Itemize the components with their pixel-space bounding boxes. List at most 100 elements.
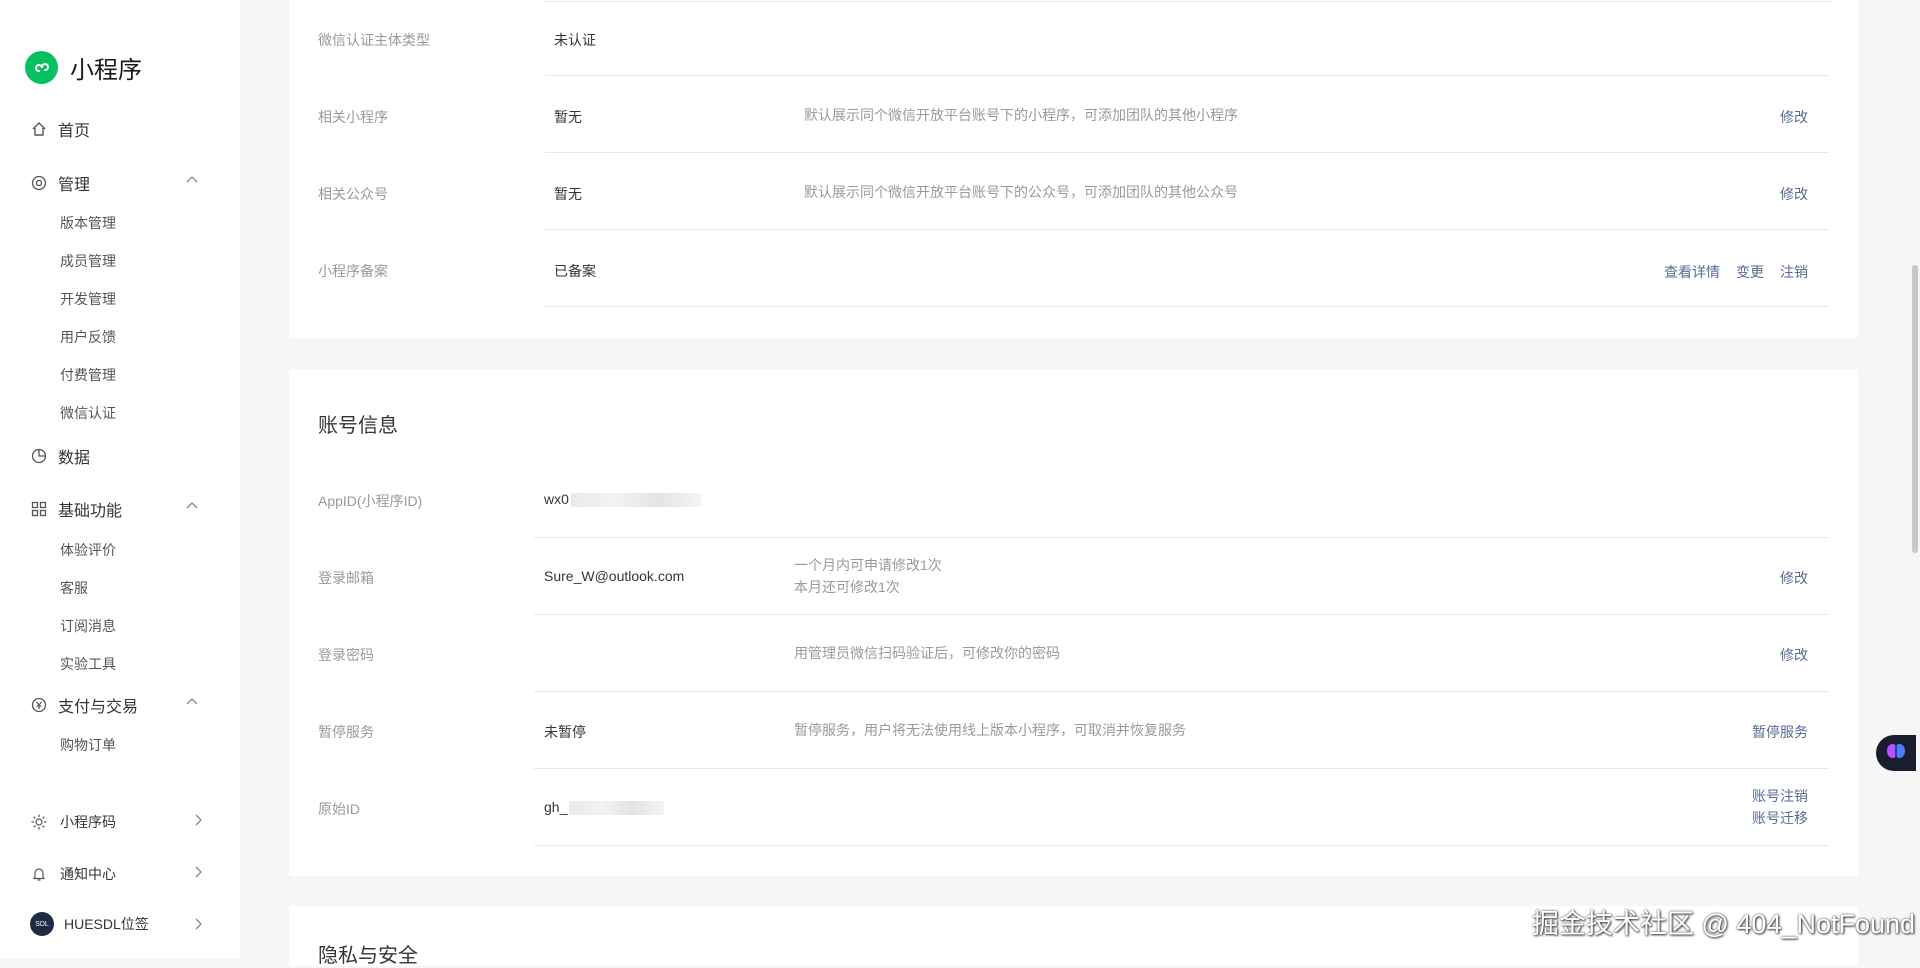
nav-home[interactable]: 首页 [30,117,90,141]
chevron-up-icon[interactable] [185,695,199,714]
floating-assistant-button[interactable] [1876,735,1916,771]
row-verify-type: 微信认证主体类型 未认证 [289,0,1858,76]
brain-icon [1885,741,1907,766]
view-details-link[interactable]: 查看详情 [1664,262,1720,282]
divider [545,306,1828,307]
row-label: 微信认证主体类型 [318,32,430,48]
row-pause-service: 暂停服务 未暂停 暂停服务，用户将无法使用线上版本小程序，可取消并恢复服务 暂停… [289,692,1858,769]
row-related-miniprogram: 相关小程序 暂无 默认展示同个微信开放平台账号下的小程序，可添加团队的其他小程序… [289,77,1858,153]
nav-subscribe-message[interactable]: 订阅消息 [60,616,116,636]
page-scrollbar[interactable] [1912,265,1918,553]
row-desc: 默认展示同个微信开放平台账号下的小程序，可添加团队的其他小程序 [804,107,1238,123]
nav-notify[interactable]: 通知中心 [30,864,205,884]
nav-home-label: 首页 [58,123,91,140]
chevron-right-icon [191,813,205,830]
chevron-up-icon[interactable] [185,173,199,192]
row-value: wx0 [544,491,701,508]
masked-value [570,493,701,508]
sidebar: 小程序 首页 管理 版本管理 成员管理 开发管理 用户反馈 付费管理 微信认证 … [0,0,240,959]
bell-icon [30,865,48,883]
chevron-right-icon [191,865,205,882]
manage-icon [30,174,48,192]
row-login-email: 登录邮箱 Sure_W@outlook.com 一个月内可申请修改1次 本月还可… [289,538,1858,615]
nav-experiment-tools[interactable]: 实验工具 [60,654,116,674]
nav-shopping-orders[interactable]: 购物订单 [60,735,116,755]
row-filing: 小程序备案 已备案 查看详情 变更 注销 [289,231,1858,307]
chevron-right-icon [191,917,205,934]
divider [545,229,1828,230]
watermark: 掘金技术社区 @ 404_NotFound [1532,909,1916,939]
nav-basic-label: 基础功能 [58,503,123,520]
nav-manage-label: 管理 [58,177,91,194]
basic-info-card: 微信认证主体类型 未认证 相关小程序 暂无 默认展示同个微信开放平台账号下的小程… [289,0,1858,338]
account-migrate-link[interactable]: 账号迁移 [1752,807,1808,829]
nav-account[interactable]: SDL HUESDL位签 [30,912,205,936]
row-label: 原始ID [318,801,360,817]
section-title: 隐私与安全 [318,945,418,967]
modify-password-link[interactable]: 修改 [1780,645,1808,665]
row-label: 暂停服务 [318,724,374,740]
nav-member-manage[interactable]: 成员管理 [60,251,116,271]
mini-program-logo-icon [25,51,58,84]
chevron-up-icon[interactable] [185,499,199,518]
row-login-password: 登录密码 用管理员微信扫码验证后，可修改你的密码 修改 [289,615,1858,692]
app-title: 小程序 [70,57,142,84]
appid-value: wx0 [544,491,569,507]
nav-notify-label: 通知中心 [60,866,116,882]
divider [534,845,1828,846]
row-label: 小程序备案 [318,263,388,279]
payment-icon [30,696,48,714]
email-value: Sure_W@outlook.com [544,568,685,584]
row-desc: 默认展示同个微信开放平台账号下的公众号，可添加团队的其他公众号 [804,184,1238,200]
row-related-official-account: 相关公众号 暂无 默认展示同个微信开放平台账号下的公众号，可添加团队的其他公众号… [289,154,1858,230]
modify-email-link[interactable]: 修改 [1780,568,1808,588]
nav-qrcode[interactable]: 小程序码 [30,812,205,832]
nav-pay-label: 支付与交易 [58,699,139,716]
nav-customer-service[interactable]: 客服 [60,578,88,598]
row-label: AppID(小程序ID) [318,493,423,509]
modify-link[interactable]: 修改 [1780,107,1808,127]
row-label: 登录密码 [318,647,374,663]
home-icon [30,120,48,138]
nav-user-feedback[interactable]: 用户反馈 [60,327,116,347]
row-original-id: 原始ID gh_ 账号注销 账号迁移 [289,769,1858,846]
pause-service-link[interactable]: 暂停服务 [1752,722,1808,742]
nav-data[interactable]: 数据 [30,444,90,468]
nav-wechat-verify[interactable]: 微信认证 [60,403,116,423]
sun-icon [30,813,48,831]
nav-pay[interactable]: 支付与交易 [30,693,205,717]
password-desc: 用管理员微信扫码验证后，可修改你的密码 [794,645,1060,661]
divider [545,152,1828,153]
account-info-card: 账号信息 AppID(小程序ID) wx0 登录邮箱 Sure_W@outloo… [289,369,1858,876]
nav-experience-review[interactable]: 体验评价 [60,540,116,560]
nav-data-label: 数据 [58,450,91,467]
row-label: 相关小程序 [318,109,388,125]
row-value: 已备案 [554,263,596,279]
avatar: SDL [30,912,54,936]
masked-value [569,801,665,816]
account-cancel-link[interactable]: 账号注销 [1752,785,1808,807]
nav-dev-manage[interactable]: 开发管理 [60,289,116,309]
original-id-value: gh_ [544,799,568,815]
cancel-filing-link[interactable]: 注销 [1780,262,1808,282]
pause-value: 未暂停 [544,724,586,740]
nav-basic[interactable]: 基础功能 [30,497,205,521]
row-appid: AppID(小程序ID) wx0 [289,461,1858,538]
app-logo[interactable]: 小程序 [25,50,142,85]
row-label: 相关公众号 [318,186,388,202]
row-value: 未认证 [554,32,596,48]
row-value: 暂无 [554,109,582,125]
pause-desc: 暂停服务，用户将无法使用线上版本小程序，可取消并恢复服务 [794,722,1186,738]
change-link[interactable]: 变更 [1736,262,1764,282]
grid-icon [30,500,48,518]
pie-chart-icon [30,447,48,465]
nav-payment-manage[interactable]: 付费管理 [60,365,116,385]
section-title: 账号信息 [318,415,398,437]
nav-account-label: HUESDL位签 [64,916,149,932]
row-value: gh_ [544,799,665,816]
row-label: 登录邮箱 [318,570,374,586]
modify-link[interactable]: 修改 [1780,184,1808,204]
nav-version-manage[interactable]: 版本管理 [60,213,116,233]
divider [545,75,1828,76]
nav-manage[interactable]: 管理 [30,171,205,195]
